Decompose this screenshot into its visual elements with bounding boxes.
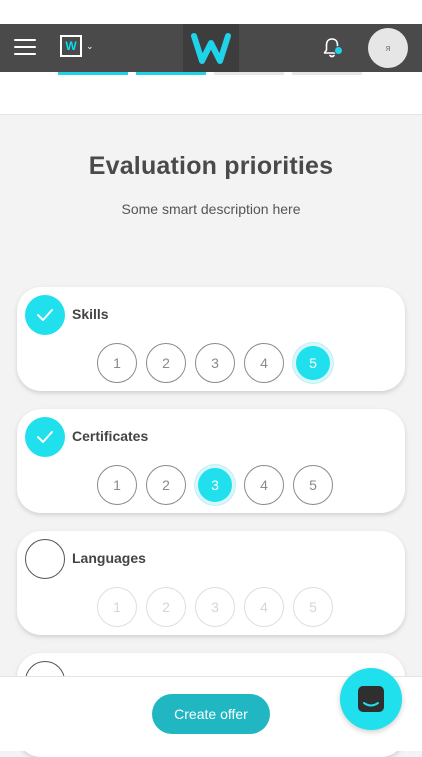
- rating-option-selected[interactable]: 5: [293, 343, 333, 383]
- checkmark-icon: [37, 431, 53, 443]
- criterion-label: Skills: [72, 306, 109, 322]
- rating-option-disabled: 2: [146, 587, 186, 627]
- step-indicator: [214, 72, 284, 75]
- rating-option-disabled: 4: [244, 587, 284, 627]
- checkbox-certificates[interactable]: [25, 417, 65, 457]
- rating-option-disabled: 1: [97, 587, 137, 627]
- logo: [183, 24, 239, 72]
- brand-switcher[interactable]: W ⌄: [60, 35, 94, 57]
- rating-option[interactable]: 4: [244, 465, 284, 505]
- menu-icon[interactable]: [14, 38, 36, 56]
- notifications-bell-icon[interactable]: [320, 36, 344, 60]
- rating-option[interactable]: 1: [97, 343, 137, 383]
- step-indicator: [292, 72, 362, 75]
- step-indicator: [58, 72, 128, 75]
- criterion-label: Certificates: [72, 428, 149, 444]
- rating-option-disabled: 5: [293, 587, 333, 627]
- chevron-down-icon: ⌄: [86, 40, 94, 51]
- top-bar: W ⌄ ᴙ: [0, 24, 422, 72]
- rating-option[interactable]: 2: [146, 465, 186, 505]
- criterion-card-certificates: Certificates 1 2 3 4 5: [17, 409, 405, 513]
- rating-option-disabled: 3: [195, 587, 235, 627]
- notification-dot: [334, 46, 343, 55]
- rating-option[interactable]: 5: [293, 465, 333, 505]
- checkmark-icon: [37, 309, 53, 321]
- criterion-card-skills: Skills 1 2 3 4 5: [17, 287, 405, 391]
- checkbox-languages[interactable]: [25, 539, 65, 579]
- rating-option[interactable]: 3: [195, 343, 235, 383]
- chat-button[interactable]: [340, 668, 402, 730]
- avatar[interactable]: ᴙ: [368, 28, 408, 68]
- brand-icon: W: [60, 35, 82, 57]
- page-subtitle: Some smart description here: [121, 201, 301, 217]
- criterion-label: Languages: [72, 550, 146, 566]
- chat-icon: [358, 686, 384, 712]
- rating-scale: 1 2 3 4 5: [97, 465, 342, 505]
- page-title: Evaluation priorities: [88, 152, 334, 180]
- status-bar: [0, 0, 422, 24]
- checkbox-skills[interactable]: [25, 295, 65, 335]
- rating-option[interactable]: 4: [244, 343, 284, 383]
- create-offer-button[interactable]: Create offer: [152, 694, 270, 734]
- rating-scale: 1 2 3 4 5: [97, 343, 342, 383]
- rating-option[interactable]: 2: [146, 343, 186, 383]
- rating-option-selected[interactable]: 3: [195, 465, 235, 505]
- criterion-card-languages: Languages 1 2 3 4 5: [17, 531, 405, 635]
- step-indicator: [136, 72, 206, 75]
- logo-icon: [191, 33, 231, 64]
- progress-steps: [0, 72, 422, 115]
- rating-scale: 1 2 3 4 5: [97, 587, 342, 627]
- rating-option[interactable]: 1: [97, 465, 137, 505]
